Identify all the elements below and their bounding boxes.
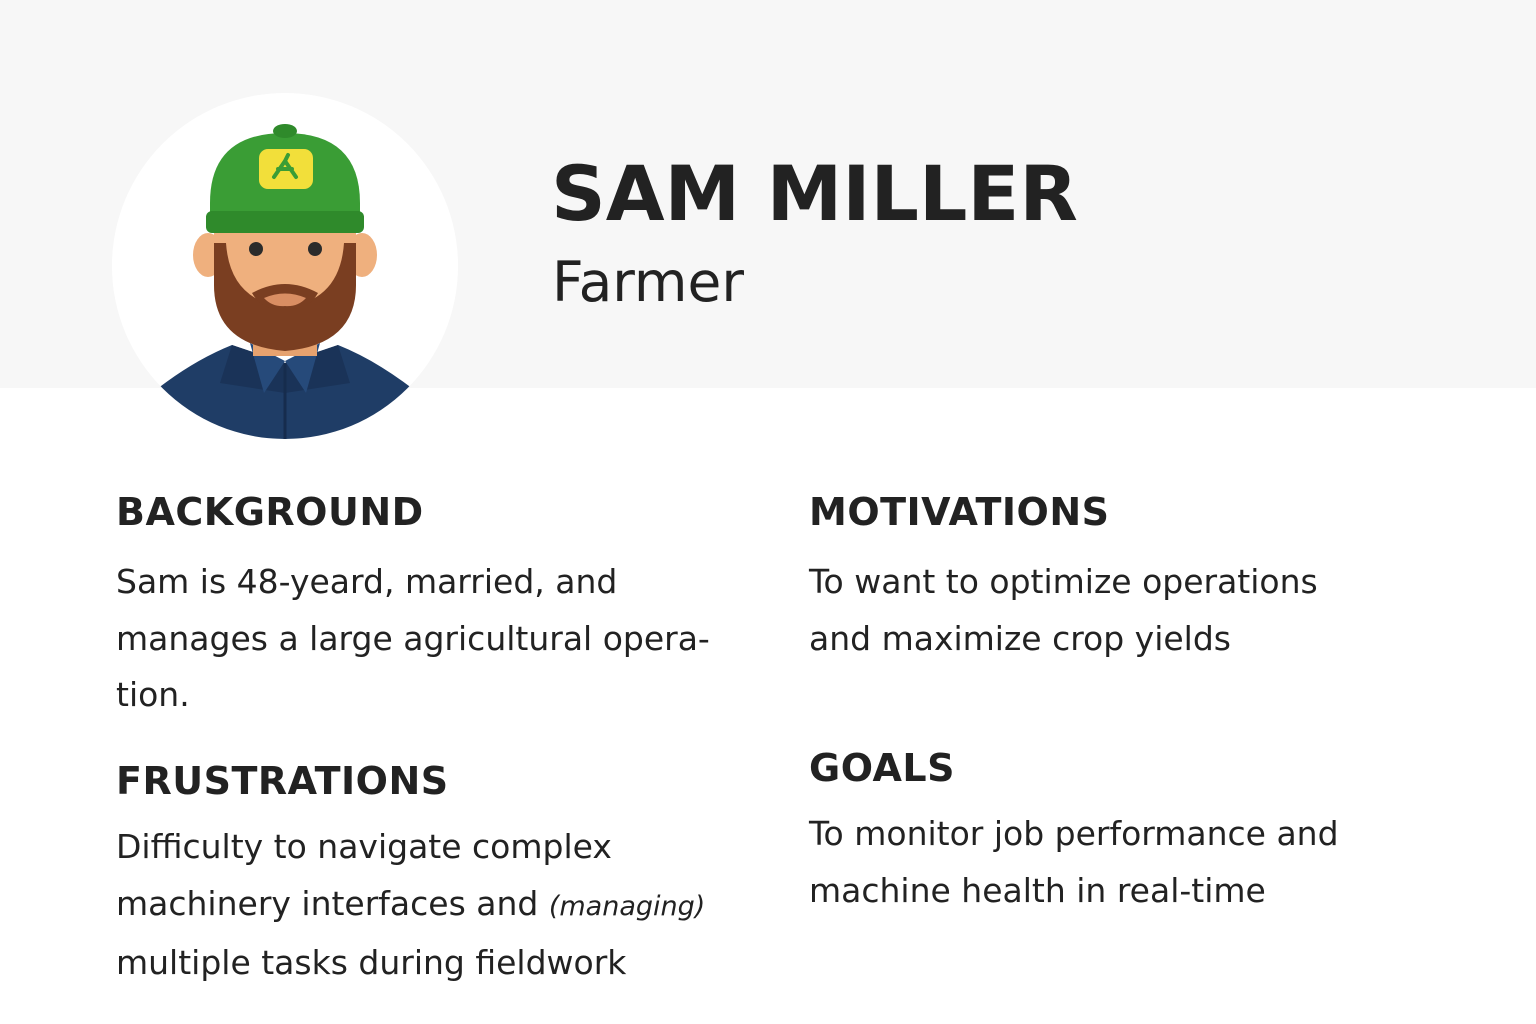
motivations-line-1: To want to optimize operations [809, 562, 1318, 601]
background-section: BACKGROUND Sam is 48-yeard, married, and… [116, 488, 756, 724]
frustrations-heading: FRUSTRATIONS [116, 759, 449, 803]
background-line-1: Sam is 48-yeard, married, and [116, 562, 618, 601]
frustrations-line-2: machinery interfaces and (managing) [116, 876, 756, 936]
goals-line-1: To monitor job performance and [809, 814, 1339, 853]
persona-name: SAM MILLER [551, 149, 1078, 238]
goals-section: GOALS To monitor job performance and mac… [809, 744, 1449, 919]
frustrations-section: FRUSTRATIONS Difficulty to navigate comp… [116, 757, 756, 992]
background-line-2: manages a large agricultural opera- [116, 618, 710, 658]
frustrations-note: (managing) [548, 890, 706, 922]
goals-line-2: machine health in real-time [809, 870, 1266, 910]
frustrations-text: Difficulty to navigate complex machinery… [116, 819, 756, 992]
motivations-line-2: and maximize crop yields [809, 618, 1231, 658]
motivations-text: To want to optimize operations and maxim… [809, 554, 1449, 667]
motivations-heading: MOTIVATIONS [809, 490, 1110, 534]
goals-text: To monitor job performance and machine h… [809, 806, 1449, 919]
background-line-3: tion. [116, 675, 190, 714]
persona-role: Farmer [552, 250, 744, 314]
motivations-section: MOTIVATIONS To want to optimize operatio… [809, 488, 1449, 667]
frustrations-line-1: Difficulty to navigate complex [116, 827, 612, 866]
frustrations-line-3: multiple tasks during fieldwork [116, 943, 627, 982]
background-heading: BACKGROUND [116, 490, 424, 534]
frustrations-line-2-main: machinery interfaces and [116, 883, 549, 923]
farmer-avatar-icon [112, 93, 458, 439]
background-text: Sam is 48-yeard, married, and manages a … [116, 554, 756, 724]
goals-heading: GOALS [809, 746, 955, 790]
